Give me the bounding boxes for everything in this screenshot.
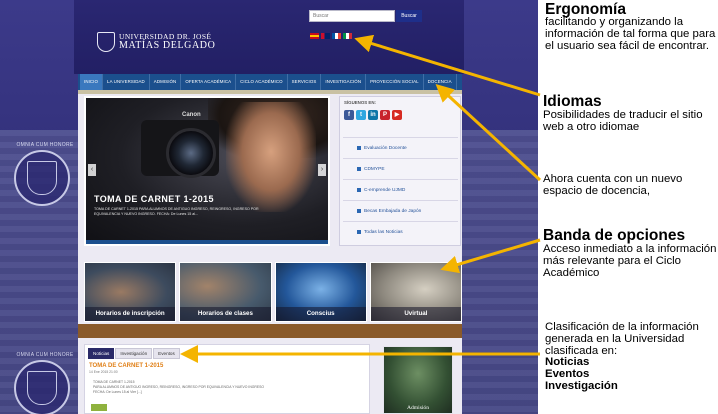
nav-item[interactable]: INVESTIGACIÓN bbox=[321, 74, 367, 90]
english-flag-icon[interactable] bbox=[321, 33, 330, 39]
annotation-title: Ergonomía bbox=[545, 1, 626, 18]
thumb-label: Horarios de clases bbox=[180, 307, 271, 321]
university-seal-watermark: OMNIA CUM HONORE bbox=[14, 142, 73, 206]
nav-item[interactable]: LA UNIVERSIDAD bbox=[103, 74, 150, 90]
spanish-flag-icon[interactable] bbox=[310, 33, 319, 39]
pinterest-icon[interactable]: P bbox=[380, 110, 390, 120]
annotation-clasificacion: Clasificación de la información generada… bbox=[545, 321, 717, 393]
thumb-horarios-inscripcion[interactable]: Horarios de inscripción bbox=[84, 262, 177, 322]
main-navigation: INICIO LA UNIVERSIDAD ADMISIÓN OFERTA ACADÉ… bbox=[78, 74, 462, 90]
annotation-title: Banda de opciones bbox=[543, 227, 686, 244]
thumb-label: Horarios de inscripción bbox=[85, 307, 176, 321]
side-panel: SÍGUENOS EN: f t in P ▶ Evaluación Docen… bbox=[339, 96, 461, 246]
social-links: f t in P ▶ bbox=[344, 110, 402, 120]
slider-prev-arrow-icon[interactable]: ‹ bbox=[88, 164, 96, 176]
side-link-label: C-emprende UJMD bbox=[364, 187, 406, 193]
youtube-icon[interactable]: ▶ bbox=[392, 110, 402, 120]
annotation-docencia: Ahora cuenta con un nuevo espacio de doc… bbox=[543, 173, 717, 198]
news-tab[interactable]: Noticias bbox=[88, 348, 115, 359]
side-link[interactable]: Todas las Noticias bbox=[343, 221, 458, 242]
watermark-text: OMNIA CUM HONORE bbox=[16, 142, 74, 148]
nav-item[interactable]: OFERTA ACADÉMICA bbox=[181, 74, 237, 90]
side-link[interactable]: C-emprende UJMD bbox=[343, 179, 458, 200]
slider-next-arrow-icon[interactable]: › bbox=[318, 164, 326, 176]
nav-item[interactable]: ADMISIÓN bbox=[150, 74, 182, 90]
admision-card[interactable]: Admisión bbox=[383, 346, 453, 414]
logo-line-2: MATÍAS DELGADO bbox=[119, 39, 216, 51]
annotation-text: Acceso inmediato a la información más re… bbox=[543, 243, 717, 279]
news-tabs: Noticias Investigación Eventos bbox=[85, 345, 369, 359]
french-flag-icon[interactable] bbox=[332, 33, 341, 39]
news-tab[interactable]: Investigación bbox=[115, 348, 153, 359]
bullet-icon bbox=[357, 188, 361, 192]
side-links-list: Evaluación Docente CDMYPE C-emprende UJMD B… bbox=[343, 137, 458, 242]
website-screenshot: OMNIA CUM HONORE OMNIA CUM HONORE UNIVER… bbox=[0, 0, 538, 414]
news-tab[interactable]: Eventos bbox=[153, 348, 180, 359]
side-link[interactable]: Becas Embajada de Japón bbox=[343, 200, 458, 221]
news-title[interactable]: TOMA DE CARNET 1-2015 bbox=[89, 363, 369, 369]
university-logo[interactable]: UNIVERSIDAD DR. JOSÉ MATÍAS DELGADO bbox=[97, 32, 215, 52]
linkedin-icon[interactable]: in bbox=[368, 110, 378, 120]
slide-title[interactable]: TOMA DE CARNET 1-2015 bbox=[94, 194, 294, 204]
thumb-conscius[interactable]: Conscius bbox=[274, 262, 367, 322]
news-body-line: FECHA: De Lunes 15 al Vier [...] bbox=[93, 389, 142, 394]
side-link[interactable]: Evaluación Docente bbox=[343, 137, 458, 158]
annotation-idiomas: Idiomas Posibilidades de traducir el sit… bbox=[543, 94, 715, 134]
annotation-title: Idiomas bbox=[543, 93, 602, 110]
thumb-horarios-clases[interactable]: Horarios de clases bbox=[179, 262, 272, 322]
news-panel: Noticias Investigación Eventos TOMA DE CAR… bbox=[84, 344, 370, 414]
bullet-icon bbox=[357, 167, 361, 171]
follow-us-label: SÍGUENOS EN: bbox=[344, 100, 376, 105]
italian-flag-icon[interactable] bbox=[343, 33, 352, 39]
watermark-text: OMNIA CUM HONORE bbox=[16, 352, 74, 358]
side-link-label: Todas las Noticias bbox=[364, 229, 403, 235]
annotation-text: Ahora cuenta con un nuevo espacio de doc… bbox=[543, 173, 683, 197]
side-link-label: CDMYPE bbox=[364, 166, 385, 172]
annotation-ergonomia: Ergonomía facilitando y organizando la i… bbox=[545, 2, 717, 52]
bullet-icon bbox=[357, 209, 361, 213]
nav-item[interactable]: CICLO ACADÉMICO bbox=[236, 74, 288, 90]
annotation-text: Posibilidades de traducir el sitio web a… bbox=[543, 109, 703, 133]
university-seal-watermark: OMNIA CUM HONORE bbox=[14, 352, 73, 414]
shield-icon bbox=[97, 32, 115, 52]
nav-item[interactable]: SERVICIOS bbox=[288, 74, 322, 90]
decorative-band bbox=[78, 324, 462, 338]
language-flags bbox=[310, 33, 352, 39]
bullet-icon bbox=[357, 230, 361, 234]
annotation-text: facilitando y organizando la información… bbox=[545, 16, 716, 52]
search-input[interactable]: Buscar bbox=[309, 10, 395, 22]
nav-item[interactable]: DOCENCIA bbox=[424, 74, 457, 90]
search-button[interactable]: Buscar bbox=[396, 10, 422, 22]
thumb-label: Uvirtual bbox=[370, 307, 461, 321]
nav-item[interactable]: INICIO bbox=[80, 74, 104, 90]
background-building-right bbox=[462, 130, 538, 414]
bullet-icon bbox=[357, 146, 361, 150]
admision-label: Admisión bbox=[406, 405, 430, 411]
side-link-label: Evaluación Docente bbox=[364, 145, 407, 151]
annotation-text: Clasificación de la información generada… bbox=[545, 321, 699, 357]
slide-description: TOMA DE CARNET 1-2015 PARA ALUMNOS DE AN… bbox=[94, 207, 259, 216]
news-body: TOMA DE CARNET 1-2015 PARA ALUMNOS DE AN… bbox=[93, 380, 293, 395]
news-date: 14 Ene 2015 21:00 bbox=[89, 370, 118, 374]
slider-bottom-bar bbox=[86, 240, 328, 244]
side-link[interactable]: CDMYPE bbox=[343, 158, 458, 179]
image-slider[interactable]: Canon ‹ › TOMA DE CARNET 1-2015 TOMA DE … bbox=[84, 96, 330, 246]
annotation-banda: Banda de opciones Acceso inmediato a la … bbox=[543, 228, 717, 279]
read-more-button[interactable] bbox=[91, 404, 107, 411]
side-link-label: Becas Embajada de Japón bbox=[364, 208, 422, 214]
annotation-item: Investigación bbox=[545, 379, 618, 392]
nav-item[interactable]: PROYECCIÓN SOCIAL bbox=[366, 74, 424, 90]
thumb-label: Conscius bbox=[275, 307, 366, 321]
twitter-icon[interactable]: t bbox=[356, 110, 366, 120]
quick-access-band: Horarios de inscripción Horarios de clas… bbox=[84, 262, 462, 322]
thumb-uvirtual[interactable]: Uvirtual bbox=[369, 262, 462, 322]
camera-brand-text: Canon bbox=[182, 112, 201, 118]
facebook-icon[interactable]: f bbox=[344, 110, 354, 120]
